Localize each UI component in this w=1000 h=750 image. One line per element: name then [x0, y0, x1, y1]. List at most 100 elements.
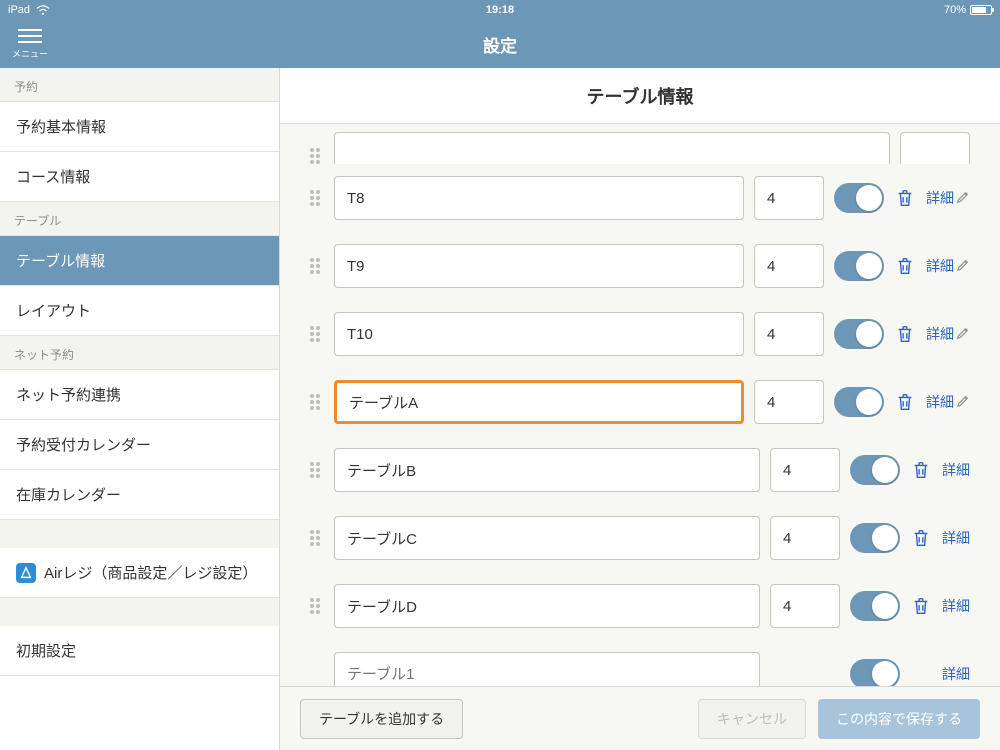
table-row: [310, 124, 970, 164]
detail-label: 詳細: [942, 528, 970, 548]
detail-link[interactable]: 詳細: [926, 256, 970, 276]
enable-toggle[interactable]: [834, 183, 884, 213]
table-name-input[interactable]: [334, 448, 760, 492]
detail-link[interactable]: 詳細: [926, 188, 970, 208]
app-header: メニュー 設定: [0, 20, 1000, 68]
status-bar: iPad 19:18 70%: [0, 0, 1000, 20]
sidebar-item-course-info[interactable]: コース情報: [0, 152, 279, 202]
trash-icon[interactable]: [910, 459, 932, 481]
table-capacity-input[interactable]: [770, 584, 840, 628]
trash-icon[interactable]: [894, 187, 916, 209]
sidebar-item-initial-settings[interactable]: 初期設定: [0, 626, 279, 676]
detail-link[interactable]: 詳細: [926, 392, 970, 412]
table-list[interactable]: 詳細詳細詳細詳細詳細詳細詳細 詳細: [280, 124, 1000, 686]
cancel-button[interactable]: キャンセル: [698, 699, 806, 739]
drag-handle[interactable]: [310, 148, 324, 164]
menu-label: メニュー: [12, 47, 48, 60]
drag-handle[interactable]: [310, 462, 324, 478]
trash-icon[interactable]: [894, 255, 916, 277]
header-title: 設定: [483, 32, 517, 57]
add-table-button[interactable]: テーブルを追加する: [300, 699, 463, 739]
table-capacity-input[interactable]: [754, 244, 824, 288]
detail-link[interactable]: 詳細: [926, 324, 970, 344]
sidebar: 予約 予約基本情報 コース情報 テーブル テーブル情報 レイアウト ネット予約 …: [0, 68, 280, 750]
drag-handle[interactable]: [310, 530, 324, 546]
table-name-input[interactable]: [334, 516, 760, 560]
enable-toggle[interactable]: [834, 319, 884, 349]
sidebar-gap: [0, 598, 279, 626]
sidebar-group-reservation: 予約: [0, 68, 279, 102]
table-name-input[interactable]: [334, 584, 760, 628]
drag-handle[interactable]: [310, 326, 324, 342]
table-row-placeholder: 詳細: [310, 640, 970, 686]
trash-icon[interactable]: [894, 391, 916, 413]
table-capacity-input[interactable]: [770, 516, 840, 560]
detail-label: 詳細: [942, 460, 970, 480]
detail-link[interactable]: 詳細: [942, 460, 970, 480]
enable-toggle[interactable]: [850, 455, 900, 485]
table-capacity-input[interactable]: [900, 132, 970, 164]
sidebar-item-airregi[interactable]: Airレジ（商品設定／レジ設定）: [0, 548, 279, 598]
trash-icon[interactable]: [894, 323, 916, 345]
pencil-icon: [956, 190, 970, 207]
sidebar-group-table: テーブル: [0, 202, 279, 236]
detail-label: 詳細: [926, 392, 954, 412]
table-row: 詳細: [310, 232, 970, 300]
detail-label: 詳細: [926, 256, 954, 276]
clock: 19:18: [486, 4, 514, 16]
menu-button[interactable]: メニュー: [0, 20, 60, 68]
sidebar-gap: [0, 520, 279, 548]
table-capacity-input[interactable]: [754, 380, 824, 424]
table-name-input[interactable]: [334, 244, 744, 288]
enable-toggle[interactable]: [850, 659, 900, 686]
table-name-input[interactable]: [334, 380, 744, 424]
sidebar-item-netreserve-link[interactable]: ネット予約連携: [0, 370, 279, 420]
drag-handle[interactable]: [310, 598, 324, 614]
detail-link[interactable]: 詳細: [942, 596, 970, 616]
sidebar-item-stock-calendar[interactable]: 在庫カレンダー: [0, 470, 279, 520]
enable-toggle[interactable]: [834, 387, 884, 417]
drag-handle[interactable]: [310, 394, 324, 410]
table-row: 詳細: [310, 300, 970, 368]
enable-toggle[interactable]: [850, 591, 900, 621]
hamburger-icon: [18, 29, 42, 43]
detail-label: 詳細: [926, 324, 954, 344]
drag-handle[interactable]: [310, 258, 324, 274]
wifi-icon: [36, 5, 50, 15]
enable-toggle[interactable]: [850, 523, 900, 553]
enable-toggle[interactable]: [834, 251, 884, 281]
table-capacity-input[interactable]: [754, 176, 824, 220]
detail-label: 詳細: [926, 188, 954, 208]
table-row: 詳細: [310, 164, 970, 232]
pencil-icon: [956, 326, 970, 343]
table-capacity-input[interactable]: [754, 312, 824, 356]
pencil-icon: [956, 394, 970, 411]
table-name-input[interactable]: [334, 312, 744, 356]
table-name-input[interactable]: [334, 176, 744, 220]
trash-icon[interactable]: [910, 527, 932, 549]
drag-handle[interactable]: [310, 190, 324, 206]
table-name-input[interactable]: [334, 132, 890, 164]
sidebar-item-reservation-basic[interactable]: 予約基本情報: [0, 102, 279, 152]
sidebar-item-layout[interactable]: レイアウト: [0, 286, 279, 336]
airregi-icon: [16, 563, 36, 583]
page-title: テーブル情報: [280, 68, 1000, 124]
sidebar-item-label: Airレジ（商品設定／レジ設定）: [44, 562, 257, 583]
detail-label: 詳細: [942, 664, 970, 684]
device-label: iPad: [8, 4, 30, 16]
detail-link[interactable]: 詳細: [942, 528, 970, 548]
save-button[interactable]: この内容で保存する: [818, 699, 980, 739]
table-name-input[interactable]: [334, 652, 760, 686]
main-panel: テーブル情報 詳細詳細詳細詳細詳細詳細詳細 詳細 テーブルを追加する: [280, 68, 1000, 750]
table-row: 詳細: [310, 572, 970, 640]
pencil-icon: [956, 258, 970, 275]
trash-icon[interactable]: [910, 595, 932, 617]
battery-percent: 70%: [944, 4, 966, 16]
detail-link[interactable]: 詳細: [942, 664, 970, 684]
sidebar-item-table-info[interactable]: テーブル情報: [0, 236, 279, 286]
table-row: 詳細: [310, 436, 970, 504]
table-capacity-input[interactable]: [770, 448, 840, 492]
table-row: 詳細: [310, 504, 970, 572]
sidebar-item-accept-calendar[interactable]: 予約受付カレンダー: [0, 420, 279, 470]
footer-bar: テーブルを追加する キャンセル この内容で保存する: [280, 686, 1000, 750]
